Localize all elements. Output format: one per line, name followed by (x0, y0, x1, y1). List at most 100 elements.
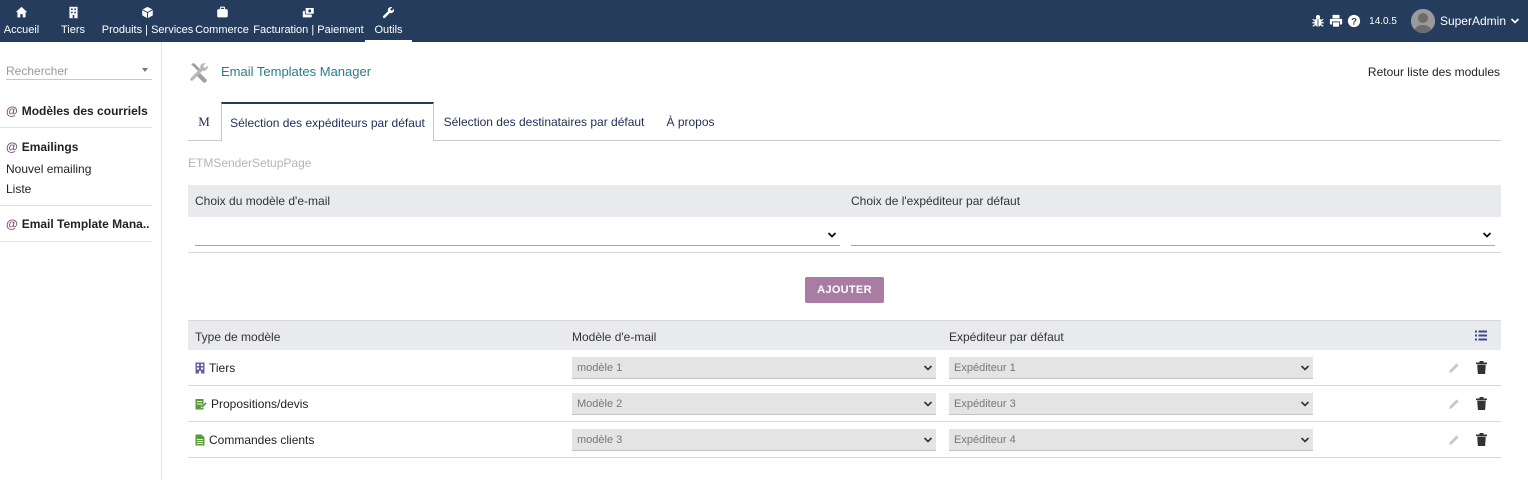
search-select[interactable]: Rechercher (6, 62, 152, 80)
print-icon[interactable] (1329, 14, 1343, 28)
money-icon (302, 7, 315, 18)
nav-label: Facturation | Paiement (253, 24, 364, 36)
col-header-type: Type de modèle (195, 330, 281, 344)
menu-title-label: Emailings (21, 140, 79, 154)
briefcase-icon (216, 6, 228, 18)
user-silhouette-icon (1410, 9, 1435, 33)
list-columns-icon[interactable] (1475, 330, 1487, 341)
row-model-value: modèle 3 (577, 434, 623, 446)
form-header: Choix du modèle d'e-mail Choix de l'expé… (188, 185, 1501, 217)
version-label: 14.0.5 (1369, 15, 1397, 27)
row-type-label: Tiers (209, 361, 236, 375)
tools-icon (190, 63, 208, 83)
trash-icon[interactable] (1476, 397, 1487, 410)
avatar[interactable] (1410, 9, 1435, 33)
row-model-select[interactable]: modèle 1 (572, 357, 936, 379)
building-icon (195, 362, 205, 374)
proposal-icon (195, 399, 207, 410)
menu-title-emailings[interactable]: @ Emailings (6, 140, 150, 154)
nav-label: Produits | Services (101, 24, 194, 36)
add-button[interactable]: AJOUTER (805, 277, 884, 303)
default-sender-select[interactable] (851, 225, 1495, 246)
username-label[interactable]: SuperAdmin (1440, 14, 1506, 28)
chevron-down-icon (923, 437, 933, 443)
menu-block-emailings: @ Emailings Nouvel emailing Liste (0, 128, 152, 206)
row-sender-value: Expéditeur 4 (954, 434, 1016, 446)
row-sender-value: Expéditeur 1 (954, 362, 1016, 374)
at-icon: @ (6, 140, 18, 154)
row-model-select[interactable]: modèle 3 (572, 429, 936, 451)
row-model-select[interactable]: Modèle 2 (572, 393, 936, 415)
chevron-down-icon (1482, 232, 1492, 238)
back-to-modules-link[interactable]: Retour liste des modules (1368, 65, 1500, 79)
setup-page-label: ETMSenderSetupPage (188, 156, 312, 170)
page-title: Email Templates Manager (221, 64, 372, 79)
row-model-value: modèle 1 (577, 362, 623, 374)
menu-link-list[interactable]: Liste (6, 182, 31, 196)
order-icon (195, 434, 205, 446)
nav-outils[interactable]: Outils (365, 0, 412, 42)
form-col-email-model: Choix du modèle d'e-mail (195, 194, 331, 208)
left-sidebar: Rechercher @ Modèles des courriels @ Email… (0, 42, 162, 480)
menu-title-email-template-manager[interactable]: @ Email Template Mana... (6, 217, 150, 231)
menu-block-email-models: @ Modèles des courriels (0, 94, 152, 128)
nav-tiers[interactable]: Tiers (43, 0, 103, 42)
row-sender-select[interactable]: Expéditeur 3 (949, 393, 1313, 415)
row-type: Tiers (195, 361, 235, 375)
home-icon (15, 6, 28, 18)
menu-title-email-models[interactable]: @ Modèles des courriels (6, 104, 150, 118)
list-header: Type de modèle Modèle d'e-mail Expéditeu… (188, 320, 1501, 350)
search-placeholder: Rechercher (6, 64, 69, 78)
wrench-icon (382, 7, 394, 19)
chevron-down-icon (1300, 401, 1310, 407)
row-type-label: Propositions/devis (211, 397, 309, 411)
col-header-default-sender: Expéditeur par défaut (949, 330, 1064, 344)
chevron-down-icon (827, 232, 837, 238)
row-sender-value: Expéditeur 3 (954, 398, 1016, 410)
chevron-down-icon[interactable] (1510, 16, 1520, 26)
trash-icon[interactable] (1476, 361, 1487, 374)
table-row: Tiers modèle 1 Expéditeur 1 (188, 350, 1501, 386)
top-right-tools: ? 14.0.5 SuperAdmin (1307, 0, 1520, 42)
edit-pencil-icon[interactable] (1448, 434, 1460, 446)
tab-default-recipients[interactable]: Sélection des destinataires par défaut (434, 102, 654, 141)
bug-icon[interactable] (1311, 14, 1325, 28)
tab-default-senders[interactable]: Sélection des expéditeurs par défaut (221, 102, 434, 142)
table-row: Propositions/devis Modèle 2 Expéditeur 3 (188, 386, 1501, 422)
top-menu-bar: Accueil Tiers Produits | Services Commer… (0, 0, 1528, 42)
tab-bar: M Sélection des expéditeurs par défaut S… (188, 102, 1501, 142)
edit-pencil-icon[interactable] (1448, 398, 1460, 410)
trash-icon[interactable] (1476, 433, 1487, 446)
at-icon: @ (6, 104, 18, 118)
help-icon[interactable]: ? (1347, 14, 1361, 28)
nav-label: Commerce (195, 24, 249, 36)
main-content: Email Templates Manager Retour liste des… (188, 42, 1502, 480)
nav-label: Outils (374, 24, 403, 36)
chevron-down-icon (923, 365, 933, 371)
form-row (188, 217, 1501, 253)
nav-commerce[interactable]: Commerce (192, 0, 252, 42)
chevron-down-icon (1300, 365, 1310, 371)
cube-icon (141, 6, 154, 19)
col-header-email-model: Modèle d'e-mail (572, 330, 657, 344)
tab-m[interactable]: M (188, 102, 220, 141)
menu-link-new-emailing[interactable]: Nouvel emailing (6, 162, 91, 176)
row-model-value: Modèle 2 (577, 398, 623, 410)
edit-pencil-icon[interactable] (1448, 362, 1460, 374)
main-nav: Accueil Tiers Produits | Services Commer… (0, 0, 412, 42)
email-model-select[interactable] (195, 225, 840, 246)
nav-accueil[interactable]: Accueil (0, 0, 43, 42)
chevron-down-icon (1300, 437, 1310, 443)
building-icon (68, 6, 78, 19)
row-type: Commandes clients (195, 433, 314, 447)
row-type-label: Commandes clients (209, 433, 315, 447)
nav-label: Tiers (60, 24, 86, 36)
nav-facturation-paiement[interactable]: Facturation | Paiement (252, 0, 365, 42)
nav-produits-services[interactable]: Produits | Services (101, 0, 194, 42)
row-type: Propositions/devis (195, 397, 308, 411)
row-sender-select[interactable]: Expéditeur 1 (949, 357, 1313, 379)
menu-block-email-template-manager: @ Email Template Mana... (0, 206, 152, 242)
tab-about[interactable]: À propos (658, 102, 723, 141)
menu-title-label: Modèles des courriels (21, 104, 148, 118)
row-sender-select[interactable]: Expéditeur 4 (949, 429, 1313, 451)
